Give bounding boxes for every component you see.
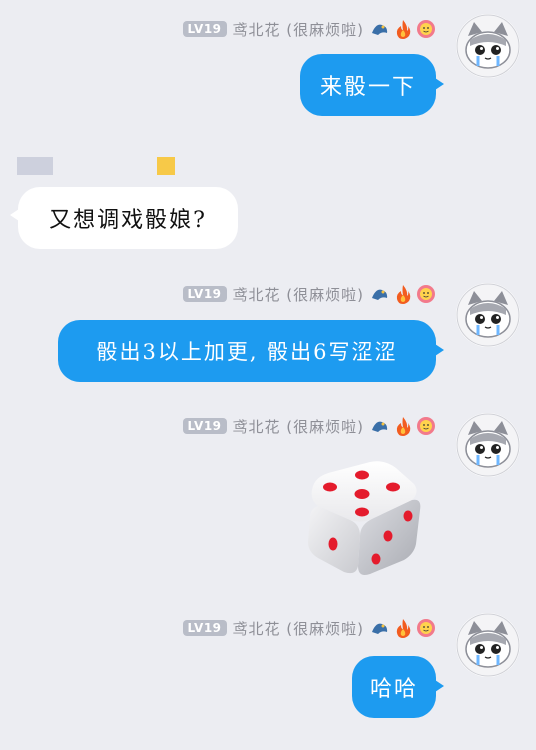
sender-name[interactable]: 鸢北花 (很麻烦啦) bbox=[233, 284, 364, 305]
dragon-badge-icon bbox=[372, 421, 388, 432]
avatar[interactable] bbox=[456, 413, 520, 477]
message-bubble[interactable]: 来骰一下 bbox=[300, 54, 444, 116]
fire-badge-icon bbox=[396, 285, 411, 304]
sender-name[interactable]: 鸢北花 (很麻烦啦) bbox=[233, 618, 364, 639]
message-5-header: LV19 鸢北花 (很麻烦啦) bbox=[182, 616, 436, 640]
message-1-header: LV19 鸢北花 (很麻烦啦) bbox=[182, 17, 436, 41]
message-bubble[interactable]: 骰出3以上加更, 骰出6写涩涩 bbox=[58, 320, 444, 382]
level-badge: LV19 bbox=[182, 286, 227, 302]
level-badge: LV19 bbox=[182, 21, 227, 37]
blurred-name bbox=[17, 157, 53, 175]
cat-avatar-icon bbox=[456, 14, 520, 78]
message-text: 又想调戏骰娘? bbox=[49, 208, 207, 233]
message-bubble[interactable]: 哈哈 bbox=[352, 656, 444, 718]
avatar[interactable] bbox=[456, 613, 520, 677]
cat-avatar-icon bbox=[456, 413, 520, 477]
sender-name[interactable]: 鸢北花 (很麻烦啦) bbox=[233, 19, 364, 40]
message-text: 骰出3以上加更, 骰出6写涩涩 bbox=[96, 340, 398, 364]
message-text: 来骰一下 bbox=[319, 75, 416, 100]
message-3-header: LV19 鸢北花 (很麻烦啦) bbox=[182, 282, 436, 306]
flower-badge-icon bbox=[417, 285, 435, 303]
dice-message[interactable] bbox=[300, 454, 426, 580]
avatar[interactable] bbox=[456, 14, 520, 78]
level-badge: LV19 bbox=[182, 418, 227, 434]
dragon-badge-icon bbox=[372, 289, 388, 300]
dragon-badge-icon bbox=[372, 24, 388, 35]
flower-badge-icon bbox=[417, 417, 435, 435]
flower-badge-icon bbox=[417, 20, 435, 38]
cat-avatar-icon bbox=[456, 613, 520, 677]
message-text: 哈哈 bbox=[369, 677, 418, 702]
dice-icon bbox=[308, 461, 421, 575]
avatar[interactable] bbox=[456, 283, 520, 347]
fire-badge-icon bbox=[396, 619, 411, 638]
sender-name[interactable]: 鸢北花 (很麻烦啦) bbox=[233, 416, 364, 437]
fire-badge-icon bbox=[396, 20, 411, 39]
dragon-badge-icon bbox=[372, 623, 388, 634]
fire-badge-icon bbox=[396, 417, 411, 436]
cat-avatar-icon bbox=[456, 283, 520, 347]
message-bubble[interactable]: 又想调戏骰娘? bbox=[10, 187, 238, 249]
flower-badge-icon bbox=[417, 619, 435, 637]
level-badge: LV19 bbox=[182, 620, 227, 636]
blurred-badge bbox=[157, 157, 175, 175]
message-4-header: LV19 鸢北花 (很麻烦啦) bbox=[182, 414, 436, 438]
